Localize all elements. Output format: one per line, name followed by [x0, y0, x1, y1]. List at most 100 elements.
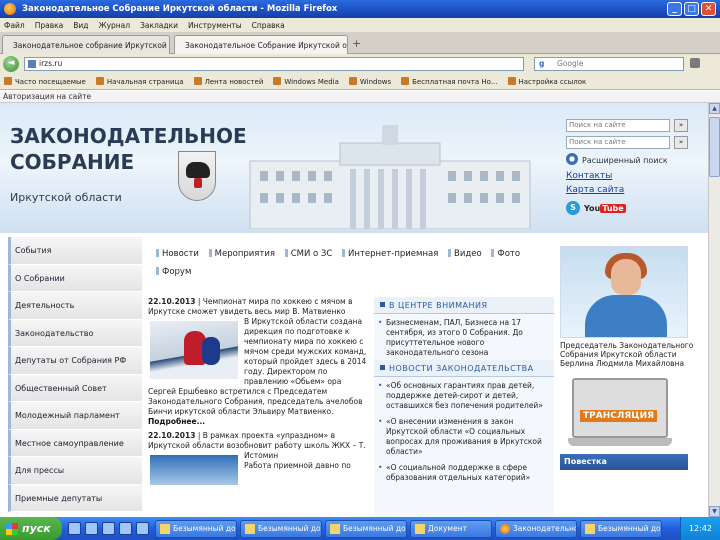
chairman-portrait[interactable]: [560, 246, 688, 338]
scroll-down-icon[interactable]: ▼: [709, 506, 720, 517]
url-field[interactable]: irzs.ru: [24, 57, 524, 71]
menu-reception[interactable]: Интернет-приемная: [342, 245, 438, 263]
building-illustration: [249, 125, 531, 229]
nav-deputies[interactable]: Депутаты от Собрания РФ: [8, 347, 142, 375]
bookmark-item[interactable]: Начальная страница: [96, 77, 184, 86]
search-input[interactable]: Google: [534, 57, 684, 71]
bookmark-item[interactable]: Windows: [349, 77, 391, 86]
site-search-button-2[interactable]: »: [674, 136, 688, 149]
auth-bar[interactable]: Авторизация на сайте: [0, 91, 720, 103]
nav-about[interactable]: О Собрании: [8, 264, 142, 292]
chairman-caption[interactable]: Председатель Законодательного Собрания И…: [560, 341, 700, 368]
youtube-icon[interactable]: You Tube: [584, 203, 626, 213]
taskbar-window[interactable]: Документ: [410, 519, 492, 538]
youtube-tube: Tube: [600, 203, 626, 213]
window-title: Законодательное Собрание Иркутской облас…: [22, 4, 338, 14]
minimize-button[interactable]: _: [667, 2, 682, 16]
news-item: 22.10.2013 | В рамках проекта «упраздном…: [148, 431, 370, 485]
agenda-header[interactable]: Повестка: [560, 454, 688, 470]
read-more-link[interactable]: Подробнее...: [148, 417, 370, 427]
extended-search-link[interactable]: Расширенный поиск: [566, 153, 696, 165]
vertical-scrollbar[interactable]: ▲ ▼: [708, 103, 720, 517]
quick-launch-icon[interactable]: [119, 522, 132, 535]
nav-legislation[interactable]: Законодательство: [8, 319, 142, 347]
broadcast-label: ТРАНСЛЯЦИЯ: [580, 410, 658, 422]
news-date: 22.10.2013: [148, 431, 196, 440]
taskbar-window-firefox[interactable]: Законодательное...: [495, 519, 577, 538]
nav-local-government[interactable]: Местное самоуправление: [8, 429, 142, 457]
menu-view[interactable]: Вид: [73, 21, 88, 30]
portrait-head: [611, 259, 641, 295]
broadcast-laptop[interactable]: ТРАНСЛЯЦИЯ: [568, 378, 672, 448]
header-tools: Поиск на сайте » Поиск на сайте » Расшир…: [566, 119, 696, 215]
tray-clock[interactable]: 12:42: [689, 524, 712, 533]
menu-tools[interactable]: Инструменты: [188, 21, 242, 30]
tab-close-icon[interactable]: ×: [167, 41, 169, 50]
nav-receptions[interactable]: Приемные депутаты: [8, 484, 142, 512]
windows-flag-icon: [6, 522, 18, 535]
skype-icon[interactable]: S: [566, 201, 580, 215]
site-title-line1: ЗАКОНОДАТЕЛЬНОЕ: [10, 124, 247, 148]
nav-youth-parliament[interactable]: Молодежный парламент: [8, 402, 142, 430]
menu-video[interactable]: Видео: [448, 245, 482, 263]
nav-activity[interactable]: Деятельность: [8, 292, 142, 320]
tab-label: Законодательное Собрание Иркутской обл..…: [185, 40, 348, 50]
menu-bar: Файл Правка Вид Журнал Закладки Инструме…: [0, 18, 720, 32]
taskbar-window[interactable]: Безымянный документ: [580, 519, 662, 538]
tab-1[interactable]: Законодательное собрание Иркутской ×: [2, 35, 170, 54]
nav-press[interactable]: Для прессы: [8, 457, 142, 485]
site-search-input-2[interactable]: Поиск на сайте: [566, 136, 670, 149]
bookmark-item[interactable]: Настройка ссылок: [508, 77, 587, 86]
legislation-item[interactable]: «О социальной поддержке в сфере образова…: [374, 459, 554, 485]
bookmark-item[interactable]: Лента новостей: [194, 77, 264, 86]
menu-media[interactable]: СМИ о ЗС: [285, 245, 333, 263]
back-button[interactable]: ◄: [3, 56, 19, 72]
menu-history[interactable]: Журнал: [99, 21, 131, 30]
new-tab-button[interactable]: +: [352, 37, 361, 50]
site-search-input[interactable]: Поиск на сайте: [566, 119, 670, 132]
maximize-button[interactable]: □: [684, 2, 699, 16]
home-icon[interactable]: [690, 58, 700, 68]
quick-launch-icon[interactable]: [68, 522, 81, 535]
site-search-button[interactable]: »: [674, 119, 688, 132]
tab-bar: Законодательное собрание Иркутской × Зак…: [0, 32, 720, 54]
menu-file[interactable]: Файл: [4, 21, 25, 30]
laptop-base: [568, 438, 672, 446]
scroll-thumb[interactable]: [709, 117, 720, 177]
legislation-item[interactable]: «Об основных гарантиях прав детей, подде…: [374, 377, 554, 413]
news-item: 22.10.2013 | Чемпионат мира по хоккею с …: [148, 297, 370, 427]
quick-launch-icon[interactable]: [85, 522, 98, 535]
news-photo[interactable]: [150, 455, 238, 485]
start-button[interactable]: пуск: [0, 517, 62, 540]
menu-forum[interactable]: Форум: [156, 263, 191, 281]
menu-edit[interactable]: Правка: [35, 21, 64, 30]
tab-2[interactable]: Законодательное Собрание Иркутской обл..…: [174, 35, 348, 54]
taskbar-window[interactable]: Безымянный документ: [155, 519, 237, 538]
crest-sable: [194, 178, 202, 188]
portrait-body: [585, 295, 667, 337]
nav-events[interactable]: События: [8, 237, 142, 265]
youtube-you: You: [584, 203, 601, 213]
contacts-link[interactable]: Контакты: [566, 171, 696, 181]
focus-item[interactable]: Бизнесменам, ПАЛ, Бизнеса на 17 сентября…: [374, 314, 554, 360]
sitemap-link[interactable]: Карта сайта: [566, 185, 696, 195]
taskbar-window[interactable]: Безымянный документ: [325, 519, 407, 538]
quick-launch-icon[interactable]: [102, 522, 115, 535]
scroll-up-icon[interactable]: ▲: [709, 103, 720, 114]
menu-events[interactable]: Мероприятия: [209, 245, 275, 263]
taskbar-window[interactable]: Безымянный документ: [240, 519, 322, 538]
bookmark-item[interactable]: Бесплатная почта Ho...: [401, 77, 497, 86]
quick-launch-icon[interactable]: [136, 522, 149, 535]
laptop-screen: ТРАНСЛЯЦИЯ: [572, 378, 668, 438]
bookmark-item[interactable]: Часто посещаемые: [4, 77, 86, 86]
menu-news[interactable]: Новости: [156, 245, 199, 263]
menu-bookmarks[interactable]: Закладки: [140, 21, 178, 30]
nav-public-council[interactable]: Общественный Совет: [8, 374, 142, 402]
news-photo[interactable]: [150, 321, 238, 379]
navigation-bar: ◄ irzs.ru Google: [0, 54, 720, 74]
menu-help[interactable]: Справка: [252, 21, 285, 30]
legislation-item[interactable]: «О внесении изменения в закон Иркутской …: [374, 413, 554, 459]
menu-photo[interactable]: Фото: [491, 245, 520, 263]
close-button[interactable]: ✕: [701, 2, 716, 16]
bookmark-item[interactable]: Windows Media: [273, 77, 339, 86]
